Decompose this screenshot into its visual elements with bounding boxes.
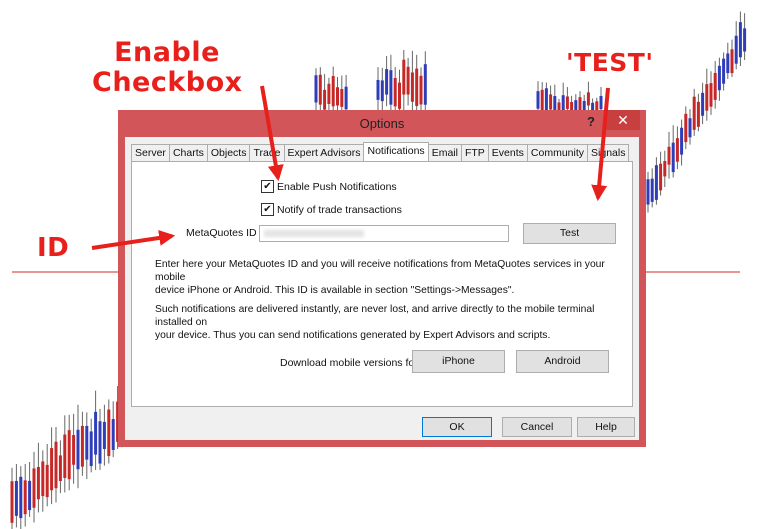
arrow-to-checkbox bbox=[260, 85, 284, 182]
arrow-to-id bbox=[91, 229, 176, 250]
tab-notifications[interactable]: Notifications bbox=[363, 142, 429, 161]
arrow-to-test bbox=[591, 87, 610, 202]
annotation-arrows bbox=[91, 85, 610, 250]
